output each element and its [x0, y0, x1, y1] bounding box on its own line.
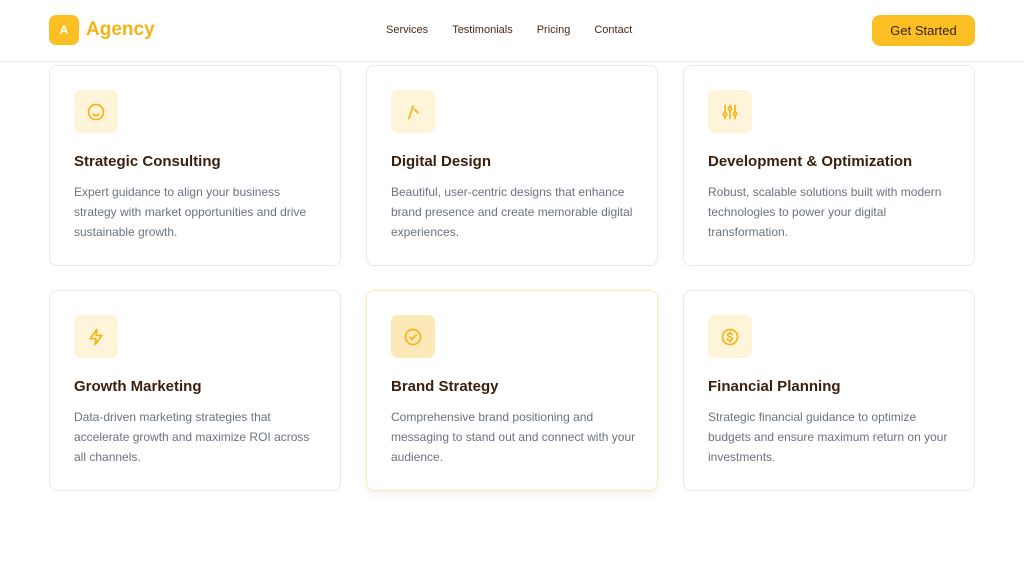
smile-icon — [74, 90, 118, 133]
nav-link-services[interactable]: Services — [386, 24, 428, 37]
nav-link-testimonials[interactable]: Testimonials — [452, 24, 513, 37]
service-description: Expert guidance to align your business s… — [74, 185, 307, 239]
service-title: Development & Optimization — [708, 153, 913, 170]
main-nav: Services Testimonials Pricing Contact — [386, 24, 632, 37]
pen-tool-icon — [391, 90, 435, 133]
brand-name: Agency — [86, 19, 155, 40]
service-title: Growth Marketing — [74, 378, 202, 395]
service-description: Data-driven marketing strategies that ac… — [74, 410, 310, 464]
service-card-featured[interactable]: Brand Strategy Comprehensive brand posit… — [366, 290, 658, 491]
service-title: Financial Planning — [708, 378, 841, 395]
logo-badge-icon: A — [49, 15, 79, 45]
nav-link-contact[interactable]: Contact — [594, 24, 632, 37]
lightning-icon — [74, 315, 118, 358]
service-description: Strategic financial guidance to optimize… — [708, 410, 948, 464]
service-card[interactable]: Financial Planning Strategic financial g… — [683, 290, 975, 491]
service-title: Strategic Consulting — [74, 153, 221, 170]
nav-link-pricing[interactable]: Pricing — [537, 24, 571, 37]
service-card[interactable]: Development & Optimization Robust, scala… — [683, 65, 975, 266]
check-circle-icon — [391, 315, 435, 358]
sliders-icon — [708, 90, 752, 133]
brand-logo[interactable]: A Agency — [49, 15, 155, 45]
service-description: Robust, scalable solutions built with mo… — [708, 185, 942, 239]
service-card[interactable]: Growth Marketing Data-driven marketing s… — [49, 290, 341, 491]
dollar-circle-icon — [708, 315, 752, 358]
service-card[interactable]: Strategic Consulting Expert guidance to … — [49, 65, 341, 266]
site-header: A Agency Services Testimonials Pricing C… — [0, 0, 1024, 62]
service-title: Digital Design — [391, 153, 492, 170]
service-description: Beautiful, user-centric designs that enh… — [391, 185, 633, 239]
service-card[interactable]: Digital Design Beautiful, user-centric d… — [366, 65, 658, 266]
service-description: Comprehensive brand positioning and mess… — [391, 410, 636, 464]
service-title: Brand Strategy — [391, 378, 499, 395]
get-started-button[interactable]: Get Started — [872, 15, 975, 46]
